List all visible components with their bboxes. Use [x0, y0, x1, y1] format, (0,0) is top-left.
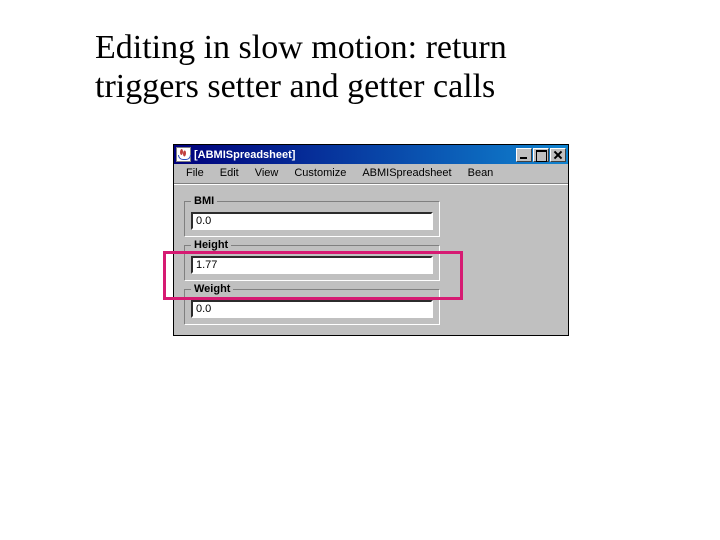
menu-file[interactable]: File	[178, 166, 212, 180]
menu-bean[interactable]: Bean	[460, 166, 502, 180]
window-title: [ABMISpreadsheet]	[194, 149, 516, 161]
group-weight: Weight	[184, 289, 440, 325]
java-icon	[176, 147, 191, 162]
maximize-button[interactable]	[533, 148, 549, 162]
menu-abmispreadsheet[interactable]: ABMISpreadsheet	[354, 166, 459, 180]
menubar: File Edit View Customize ABMISpreadsheet…	[174, 164, 568, 184]
minimize-button[interactable]	[516, 148, 532, 162]
client-area: BMI Height Weight	[174, 184, 568, 335]
group-bmi-legend: BMI	[191, 195, 217, 207]
height-field[interactable]	[191, 256, 433, 274]
group-height-legend: Height	[191, 239, 231, 251]
titlebar[interactable]: [ABMISpreadsheet]	[174, 145, 568, 164]
group-height: Height	[184, 245, 440, 281]
menu-customize[interactable]: Customize	[286, 166, 354, 180]
group-bmi: BMI	[184, 201, 440, 237]
window-buttons	[516, 148, 566, 162]
slide-title-line1: Editing in slow motion: return	[95, 29, 507, 66]
app-window: [ABMISpreadsheet] File Edit View Customi…	[173, 144, 569, 336]
bmi-field[interactable]	[191, 212, 433, 230]
slide-title-line2: triggers setter and getter calls	[95, 68, 495, 105]
weight-field[interactable]	[191, 300, 433, 318]
group-weight-legend: Weight	[191, 283, 233, 295]
menu-view[interactable]: View	[247, 166, 287, 180]
close-button[interactable]	[550, 148, 566, 162]
menu-edit[interactable]: Edit	[212, 166, 247, 180]
slide-title: Editing in slow motion: return triggers …	[95, 28, 635, 106]
